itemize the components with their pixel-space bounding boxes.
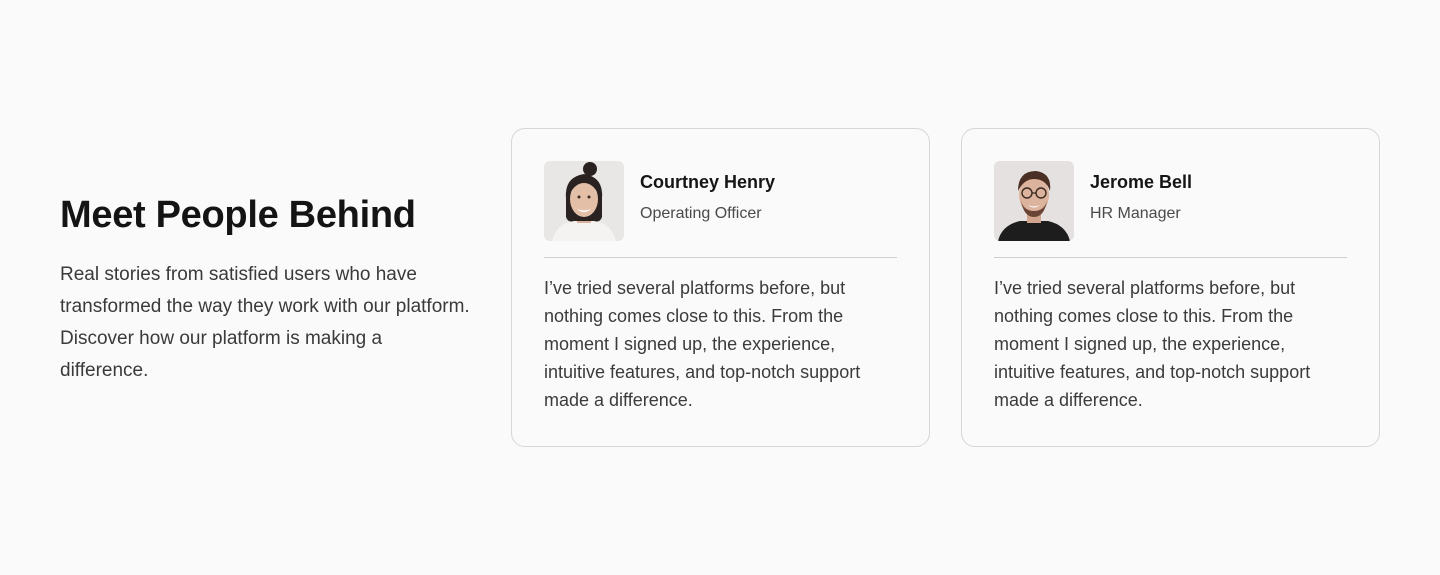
intro-block: Meet People Behind Real stories from sat…	[60, 190, 470, 387]
testimonial-card: Courtney Henry Operating Officer I’ve tr…	[511, 128, 930, 447]
person-name: Jerome Bell	[1090, 172, 1193, 192]
testimonials-section: Meet People Behind Real stories from sat…	[0, 0, 1440, 575]
person-name: Courtney Henry	[640, 172, 776, 192]
card-header: Jerome Bell HR Manager	[994, 161, 1347, 241]
section-title: Meet People Behind	[60, 194, 416, 236]
avatar	[994, 161, 1074, 241]
card-header: Courtney Henry Operating Officer	[544, 161, 897, 241]
avatar	[544, 161, 624, 241]
person-role: HR Manager	[1090, 205, 1181, 222]
testimonial-card: Jerome Bell HR Manager I’ve tried severa…	[961, 128, 1380, 447]
person-role: Operating Officer	[640, 205, 762, 222]
person-info: Courtney Henry Operating Officer	[640, 172, 775, 225]
divider	[994, 257, 1347, 258]
person-info: Jerome Bell HR Manager	[1090, 172, 1192, 225]
woman-portrait-image	[544, 161, 624, 241]
divider	[544, 257, 897, 258]
section-description: Real stories from satisfied users who ha…	[60, 264, 470, 381]
testimonial-quote: I’ve tried several platforms before, but…	[994, 278, 1311, 410]
man-portrait-image	[994, 161, 1074, 241]
testimonial-quote: I’ve tried several platforms before, but…	[544, 278, 861, 410]
